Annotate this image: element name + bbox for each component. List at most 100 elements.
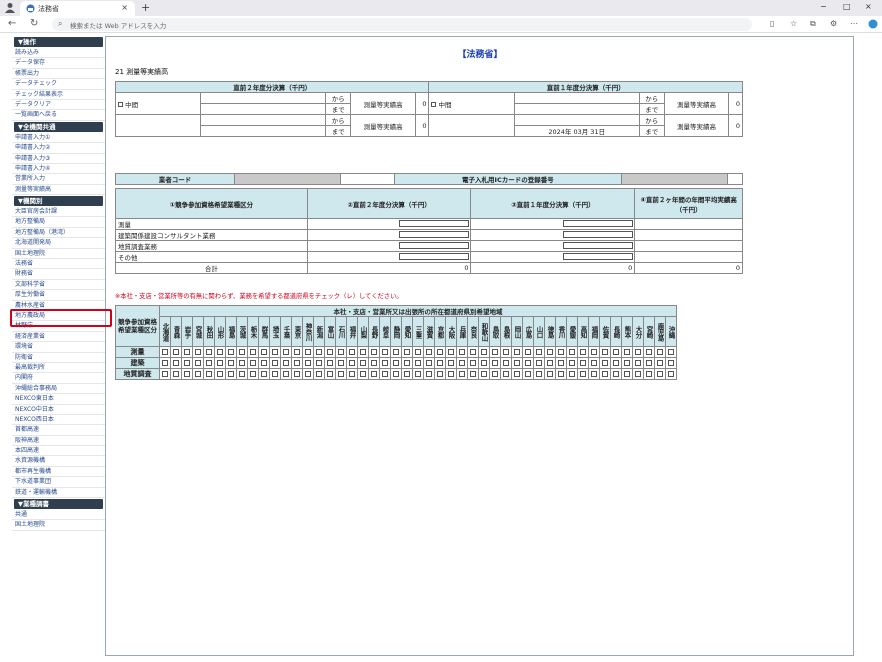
pref-checkbox[interactable] <box>415 349 421 355</box>
pref-checkbox[interactable] <box>360 371 366 377</box>
pref-checkbox[interactable] <box>294 349 300 355</box>
prev2-amount-input[interactable] <box>399 230 470 238</box>
pref-checkbox[interactable] <box>448 360 454 366</box>
end-date-input-1[interactable] <box>200 103 327 115</box>
pref-checkbox[interactable] <box>426 360 432 366</box>
sidebar-item[interactable]: 経済産業省 <box>12 332 105 343</box>
pref-checkbox[interactable] <box>173 371 179 377</box>
sidebar-item[interactable]: 北海道開発局 <box>12 238 105 249</box>
pref-checkbox[interactable] <box>624 349 630 355</box>
pref-checkbox[interactable] <box>437 360 443 366</box>
pref-checkbox[interactable] <box>624 360 630 366</box>
pref-checkbox[interactable] <box>558 349 564 355</box>
pref-checkbox[interactable] <box>393 360 399 366</box>
pref-checkbox[interactable] <box>206 371 212 377</box>
browser-tab[interactable]: 法務省 × <box>20 1 135 16</box>
sidebar-item[interactable]: データチェック <box>12 79 105 90</box>
prev1-amount-input[interactable] <box>563 219 634 227</box>
pref-checkbox[interactable] <box>503 360 509 366</box>
end-date-input-2[interactable] <box>513 103 640 115</box>
pref-checkbox[interactable] <box>195 371 201 377</box>
start-date-input-2[interactable] <box>513 92 640 104</box>
sidebar-item[interactable]: 申請書入力① <box>12 133 105 144</box>
pref-checkbox[interactable] <box>404 349 410 355</box>
pref-checkbox[interactable] <box>371 349 377 355</box>
pref-checkbox[interactable] <box>569 360 575 366</box>
pref-checkbox[interactable] <box>668 371 674 377</box>
pref-checkbox[interactable] <box>635 349 641 355</box>
favorite-star-icon[interactable]: ☆ <box>790 19 797 28</box>
pref-checkbox[interactable] <box>591 371 597 377</box>
pref-checkbox[interactable] <box>283 360 289 366</box>
prev2-amount-input[interactable] <box>399 241 470 249</box>
pref-checkbox[interactable] <box>525 371 531 377</box>
sidebar-item[interactable]: 一覧画面へ戻る <box>12 110 105 121</box>
pref-checkbox[interactable] <box>338 371 344 377</box>
sidebar-item[interactable]: 環境省 <box>12 342 105 353</box>
pref-checkbox[interactable] <box>228 349 234 355</box>
pref-checkbox[interactable] <box>470 360 476 366</box>
sidebar-item[interactable]: 本四高速 <box>12 446 105 457</box>
pref-checkbox[interactable] <box>382 360 388 366</box>
pref-checkbox[interactable] <box>206 360 212 366</box>
pref-checkbox[interactable] <box>426 349 432 355</box>
sidebar-item[interactable]: 国土地理院 <box>12 520 105 531</box>
pref-checkbox[interactable] <box>239 349 245 355</box>
pref-checkbox[interactable] <box>547 360 553 366</box>
sidebar-item[interactable]: 営業所入力 <box>12 174 105 185</box>
pref-checkbox[interactable] <box>404 360 410 366</box>
prev1-amount-input[interactable] <box>563 241 634 249</box>
pref-checkbox[interactable] <box>338 349 344 355</box>
contractor-code-field[interactable] <box>233 173 341 185</box>
pref-checkbox[interactable] <box>195 349 201 355</box>
sidebar-item[interactable]: チェック結果表示 <box>12 90 105 100</box>
pref-checkbox[interactable] <box>503 349 509 355</box>
pref-checkbox[interactable] <box>393 371 399 377</box>
pref-checkbox[interactable] <box>470 349 476 355</box>
sidebar-item[interactable]: 首都高速 <box>12 425 105 436</box>
pref-checkbox[interactable] <box>503 371 509 377</box>
pref-checkbox[interactable] <box>624 371 630 377</box>
pref-checkbox[interactable] <box>382 349 388 355</box>
pref-checkbox[interactable] <box>327 360 333 366</box>
interim-checkbox-1[interactable] <box>118 102 123 107</box>
pref-checkbox[interactable] <box>415 360 421 366</box>
sidebar-item[interactable]: 文部科学省 <box>12 280 105 291</box>
pref-checkbox[interactable] <box>459 360 465 366</box>
pref-checkbox[interactable] <box>525 349 531 355</box>
pref-checkbox[interactable] <box>547 349 553 355</box>
pref-checkbox[interactable] <box>250 349 256 355</box>
pref-checkbox[interactable] <box>558 360 564 366</box>
pref-checkbox[interactable] <box>481 349 487 355</box>
pref-checkbox[interactable] <box>525 360 531 366</box>
pref-checkbox[interactable] <box>492 360 498 366</box>
pref-checkbox[interactable] <box>250 371 256 377</box>
sidebar-item[interactable]: 読み込み <box>12 48 105 59</box>
pref-checkbox[interactable] <box>437 371 443 377</box>
pref-checkbox[interactable] <box>272 349 278 355</box>
pref-checkbox[interactable] <box>591 349 597 355</box>
pref-checkbox[interactable] <box>580 349 586 355</box>
pref-checkbox[interactable] <box>536 360 542 366</box>
reader-view-icon[interactable]: ▯ <box>770 19 774 28</box>
sidebar-item[interactable]: NEXCO東日本 <box>12 394 105 405</box>
pref-checkbox[interactable] <box>481 371 487 377</box>
pref-checkbox[interactable] <box>217 349 223 355</box>
pref-checkbox[interactable] <box>448 371 454 377</box>
collections-icon[interactable]: ⧉ <box>810 19 816 29</box>
pref-checkbox[interactable] <box>536 349 542 355</box>
pref-checkbox[interactable] <box>514 349 520 355</box>
window-close-icon[interactable]: × <box>865 2 872 11</box>
pref-checkbox[interactable] <box>294 371 300 377</box>
start-date-input-3[interactable] <box>200 114 327 126</box>
sidebar-item[interactable]: 財務省 <box>12 269 105 280</box>
sidebar-item[interactable]: 沖縄総合事務局 <box>12 384 105 395</box>
sidebar-item[interactable]: 阪神高速 <box>12 436 105 447</box>
pref-checkbox[interactable] <box>173 360 179 366</box>
sidebar-item[interactable]: 都市再生機構 <box>12 467 105 478</box>
pref-checkbox[interactable] <box>580 371 586 377</box>
start-date-input-4[interactable] <box>513 114 640 126</box>
more-menu-icon[interactable]: ⋯ <box>850 19 858 28</box>
sidebar-item[interactable]: 国土地理院 <box>12 249 105 260</box>
sidebar-item[interactable]: データクリア <box>12 100 105 111</box>
